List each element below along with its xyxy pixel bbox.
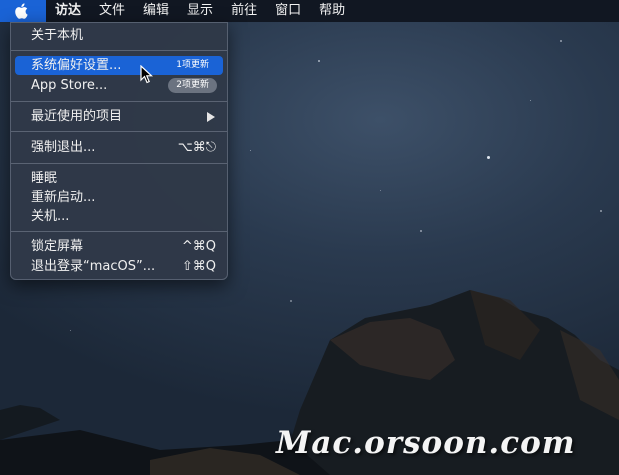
menu-separator: [11, 163, 227, 164]
menu-item-label: 关于本机: [31, 28, 84, 43]
menu-item-label: 最近使用的项目: [31, 109, 123, 124]
menu-item-label: 强制退出...: [31, 140, 96, 155]
update-badge: 1项更新: [176, 60, 209, 70]
menu-separator: [11, 50, 227, 51]
apple-dropdown-menu: 关于本机 系统偏好设置... 1项更新 App Store... 2项更新 最近…: [10, 22, 228, 280]
menu-item-shutdown[interactable]: 关机...: [15, 207, 223, 226]
menu-item-label: 睡眠: [31, 171, 58, 186]
menu-bar: 访达 文件 编辑 显示 前往 窗口 帮助: [0, 0, 619, 22]
menu-item-about-this-mac[interactable]: 关于本机: [15, 26, 223, 45]
menu-item-force-quit[interactable]: 强制退出... ⌥⌘⎋: [15, 138, 223, 157]
menu-separator: [11, 101, 227, 102]
menu-item-label: 退出登录“macOS”...: [31, 259, 156, 274]
menu-item-app-store[interactable]: App Store... 2项更新: [15, 76, 223, 95]
menubar-item-help[interactable]: 帮助: [310, 0, 354, 22]
keyboard-shortcut: ⇧⌘Q: [181, 259, 216, 274]
menu-item-restart[interactable]: 重新启动...: [15, 188, 223, 207]
apple-logo-icon: [15, 3, 28, 19]
keyboard-shortcut: ^⌘Q: [181, 239, 216, 254]
menu-item-label: 重新启动...: [31, 190, 96, 205]
menu-item-label: App Store...: [31, 78, 108, 93]
menubar-item-view[interactable]: 显示: [178, 0, 222, 22]
menubar-item-file[interactable]: 文件: [90, 0, 134, 22]
menu-separator: [11, 231, 227, 232]
menu-item-system-preferences[interactable]: 系统偏好设置... 1项更新: [15, 56, 223, 75]
menu-item-label: 关机...: [31, 209, 70, 224]
menubar-item-edit[interactable]: 编辑: [134, 0, 178, 22]
menubar-item-go[interactable]: 前往: [222, 0, 266, 22]
keyboard-shortcut: ⌥⌘⎋: [177, 140, 216, 155]
submenu-arrow-icon: [207, 112, 215, 122]
apple-menu-button[interactable]: [0, 0, 46, 22]
menu-item-log-out[interactable]: 退出登录“macOS”... ⇧⌘Q: [15, 257, 223, 276]
watermark-text: Mac.orsoon.com: [276, 425, 576, 461]
menubar-item-window[interactable]: 窗口: [266, 0, 310, 22]
menu-item-recent-items[interactable]: 最近使用的项目: [15, 107, 223, 126]
menubar-item-finder[interactable]: 访达: [46, 0, 90, 22]
mouse-pointer-icon: [140, 65, 154, 84]
update-badge: 2项更新: [168, 78, 217, 93]
menu-item-lock-screen[interactable]: 锁定屏幕 ^⌘Q: [15, 237, 223, 256]
menu-separator: [11, 131, 227, 132]
menu-item-label: 系统偏好设置...: [31, 58, 122, 73]
menu-item-label: 锁定屏幕: [31, 239, 84, 254]
menu-item-sleep[interactable]: 睡眠: [15, 169, 223, 188]
